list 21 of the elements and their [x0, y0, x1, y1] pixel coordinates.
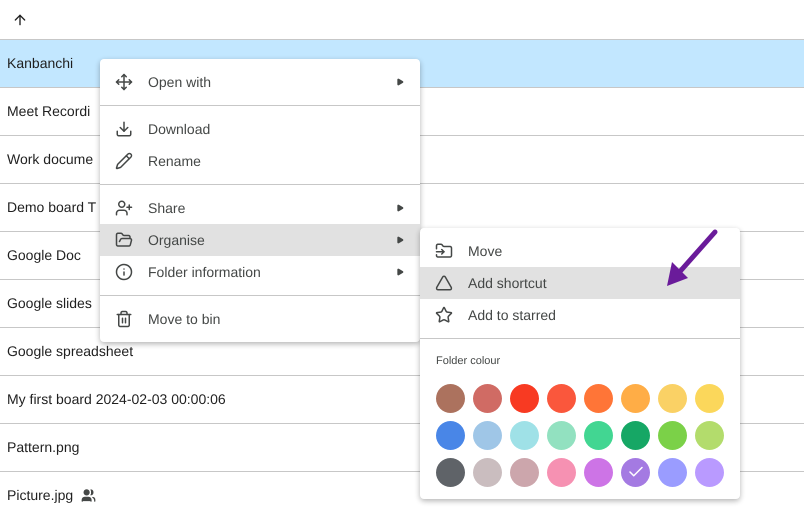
menu-item-label: Folder information — [148, 262, 262, 282]
file-name: Meet Recordi — [7, 102, 90, 121]
file-name: Google slides — [7, 294, 92, 313]
menu-item-label: Move to bin — [148, 310, 222, 328]
file-name: Picture.jpg — [7, 486, 74, 505]
menu-item-label: Share — [148, 198, 186, 218]
file-name: My first board 2024-02-03 00:00:06 — [7, 390, 226, 409]
menu-item-label: Add to starred — [468, 306, 556, 324]
file-name: Work docume — [7, 150, 94, 169]
file-name: Google spreadsheet — [7, 342, 134, 361]
file-name: Pattern.png — [7, 438, 80, 457]
menu-item-label: Organise — [148, 230, 206, 250]
menu-item-label: Add shortcut — [468, 274, 547, 292]
folder-colour-label: Folder colour — [436, 354, 502, 369]
file-name: Google Doc — [7, 246, 81, 265]
menu-item-label: Download — [148, 120, 212, 138]
menu-item-label: Rename — [148, 152, 202, 170]
menu-item-label: Move — [468, 242, 502, 260]
menu-item-label: Open with — [148, 72, 212, 92]
file-name: Demo board T — [7, 198, 96, 217]
file-name: Kanbanchi — [7, 54, 74, 73]
